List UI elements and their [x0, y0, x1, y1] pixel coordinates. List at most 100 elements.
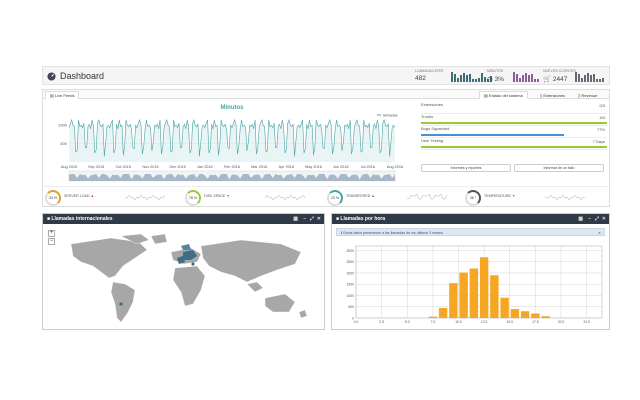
widget-header: ■ Llamadas por hora ▦ – ⤢ ✕ [332, 214, 609, 224]
widget-title: Llamadas internacionales [51, 216, 113, 222]
bar [531, 313, 540, 318]
doc-icon: ▯ [578, 93, 581, 98]
x-tick-label: 10.0 [455, 320, 462, 324]
bar [510, 309, 520, 318]
bar [449, 283, 458, 318]
page-title: Dashboard [60, 71, 105, 81]
sparkbar [534, 79, 536, 82]
x-tick-label: 17.5 [532, 320, 539, 324]
stat-sparkbars [513, 72, 539, 82]
chart-title: Minutos [221, 105, 245, 111]
clock-icon: ◷ [487, 76, 493, 83]
y-tick-label: 3000 [346, 249, 354, 253]
tab-revenue[interactable]: ▯ Revenue [573, 91, 602, 100]
status-label: Extensiones [421, 102, 443, 107]
bar [520, 311, 530, 318]
minimize-icon[interactable]: – [588, 216, 591, 222]
x-tick-label: Oct 2015 [116, 165, 131, 169]
plot-frame [355, 245, 603, 319]
x-tick-label: 22.5 [583, 320, 590, 324]
bar [428, 316, 438, 318]
x-tick-label: Nov 2015 [142, 165, 158, 169]
close-alert-icon[interactable]: ✕ [598, 230, 601, 236]
sparkbar [451, 72, 453, 82]
status-progress-bar [421, 146, 607, 148]
status-row: Trunks 4/4 [421, 114, 607, 126]
gauge-circle: 36 ° [465, 190, 481, 206]
minimize-icon[interactable]: – [303, 216, 306, 222]
sparkbar [593, 74, 595, 82]
sparkbar [472, 79, 474, 82]
y-tick-label: 2500 [346, 260, 354, 264]
bar [541, 316, 550, 318]
stat-sparkbars [575, 72, 604, 82]
status-row: User Testing 7 Days [421, 138, 607, 150]
gauge-sparkline [125, 194, 165, 201]
world-map[interactable] [51, 232, 321, 328]
grid-icon[interactable]: ▦ [578, 216, 583, 222]
x-tick-label: 0.0 [354, 320, 359, 324]
close-icon[interactable]: ✕ [317, 216, 321, 222]
chart-icon: ▤ [50, 93, 54, 98]
x-tick-label: Mar 2016 [251, 165, 267, 169]
bar [469, 268, 479, 318]
gauge-label: DISK SPACE ▼ [204, 194, 230, 198]
y-tick-label: 1500 [346, 283, 354, 287]
sparkbar [537, 79, 539, 82]
tab-live-feeds[interactable]: ▤ Live Feeds [45, 91, 80, 99]
tab-estado[interactable]: ▤ Estado del sistema [479, 91, 528, 99]
expand-icon[interactable]: ⤢ [595, 216, 599, 222]
doc-icon: ▯ [540, 93, 543, 98]
arrow-down-icon: ▼ [226, 194, 230, 198]
x-tick-label: Jun 2016 [333, 165, 349, 169]
system-status: Extensiones 0/3 Trunks 4/4 Bugs Squashed 77% U… [421, 102, 607, 150]
tab-extensiones[interactable]: ▯ Extensiones [535, 91, 570, 100]
sparkbar [513, 72, 515, 82]
gauge-row: 33 % SERVER LOAD ▲ 78 % DISK SPACE ▼ 23 % TRA… [43, 186, 609, 206]
sparkbar [481, 73, 483, 82]
x-tick-label: Sep 2015 [88, 165, 104, 169]
reports-button[interactable]: Informes y reportes [421, 164, 511, 172]
report-bug-button[interactable]: Informar de un fallo [514, 164, 604, 172]
gauge-circle: 78 % [185, 190, 201, 206]
sparkbar [590, 75, 592, 82]
sparkbar [578, 74, 580, 82]
dashboard-header: Dashboard LLAMADAS ATER 482 MINUTOS ◷ 3%… [42, 66, 610, 85]
sparkbar [457, 78, 459, 82]
hourly-bar-chart: 3000250020001500100050000.0 2.5 5.0 7.5 10.0… [346, 245, 603, 324]
sparkbar [587, 73, 589, 82]
widget-icon: ■ [336, 216, 340, 222]
y-tick-label: 500 [348, 305, 354, 309]
gauge-label: TEMPERATURE ▼ [484, 194, 516, 198]
status-label: Trunks [421, 114, 434, 119]
stat-minutos: MINUTOS ◷ 3% [487, 69, 539, 83]
grid-icon[interactable]: ▦ [293, 216, 298, 222]
x-tick-label: May 2016 [305, 165, 322, 169]
stat-llamadas: LLAMADAS ATER 482 [415, 69, 492, 82]
sparkbar [602, 78, 604, 82]
close-icon[interactable]: ✕ [602, 216, 606, 222]
stat-value: 3% [494, 76, 504, 83]
expand-icon[interactable]: ⤢ [310, 216, 314, 222]
stat-clientes: NUEVOS CLIENTES 🛒 2447 [543, 69, 604, 83]
x-tick-label: Apr 2016 [279, 165, 294, 169]
stat-label: LLAMADAS ATER [415, 69, 444, 73]
x-tick-label: Jan 2016 [197, 165, 213, 169]
sparkbar [454, 74, 456, 82]
tab-label: Extensiones [543, 93, 566, 98]
sparkbar [522, 75, 524, 82]
bar [479, 257, 489, 318]
minutos-chart: Minutos llamadas 1000 500 Aug 2015 Sep 2015 Oc… [58, 105, 403, 182]
cart-icon: 🛒 [543, 76, 552, 83]
stat-label: NUEVOS CLIENTES [543, 69, 576, 73]
y-tick-label: 500 [60, 141, 67, 146]
gauge-sparkline [545, 194, 585, 201]
sparkbar [525, 73, 527, 82]
sparkbar [596, 79, 598, 82]
arrow-down-icon: ▼ [511, 194, 516, 198]
sparkbar [516, 74, 518, 82]
tab-label: Live Feeds [54, 93, 75, 98]
navigator-series [69, 174, 395, 181]
status-value: 0/3 [599, 103, 605, 108]
sparkbar [475, 79, 477, 82]
